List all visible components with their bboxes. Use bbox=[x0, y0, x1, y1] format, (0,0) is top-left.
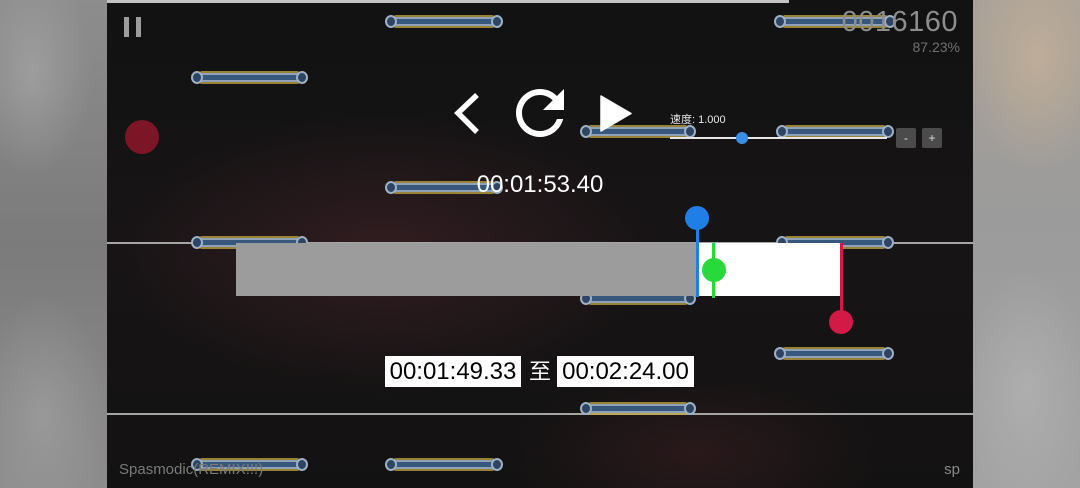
score: 0016160 bbox=[841, 6, 958, 38]
pause-icon-bar bbox=[124, 17, 129, 37]
note bbox=[385, 15, 503, 28]
restart-icon-shape bbox=[516, 89, 564, 137]
note bbox=[774, 347, 894, 360]
speed-label: 速度: 1.000 bbox=[670, 114, 726, 126]
restart-button[interactable] bbox=[504, 77, 576, 149]
speed-slider[interactable] bbox=[670, 128, 887, 148]
current-position-handle[interactable] bbox=[701, 258, 726, 282]
range-end-time-input[interactable]: 00:02:24.00 bbox=[557, 356, 694, 387]
range-start-time-input[interactable]: 00:01:49.33 bbox=[385, 356, 521, 387]
chevron-left-icon bbox=[454, 93, 479, 134]
play-icon-shape bbox=[600, 95, 632, 132]
note bbox=[580, 402, 696, 415]
range-timeline[interactable] bbox=[236, 206, 853, 334]
range-start-handle[interactable] bbox=[685, 206, 709, 230]
speed-increase-button[interactable]: + bbox=[922, 128, 942, 148]
range-end-handle[interactable] bbox=[829, 310, 853, 334]
back-button[interactable] bbox=[450, 90, 486, 136]
speed-slider-track bbox=[670, 137, 887, 139]
current-time: 00:01:53.40 bbox=[476, 171, 604, 198]
speed-slider-thumb[interactable] bbox=[735, 132, 748, 144]
range-separator: 至 bbox=[529, 359, 552, 384]
restart-icon bbox=[516, 89, 564, 137]
pause-button[interactable] bbox=[120, 14, 150, 40]
judgment-line bbox=[107, 413, 973, 415]
game-stage: 0016160 87.23% 速度: 1.000 - + 00:01:53.40 bbox=[107, 0, 973, 488]
song-title: Spasmodic(REMIX!!!) bbox=[119, 461, 264, 478]
pause-icon-bar bbox=[136, 17, 141, 37]
speed-decrease-button[interactable]: - bbox=[896, 128, 916, 148]
chevron-left-icon-shape bbox=[454, 93, 479, 134]
play-icon bbox=[600, 95, 632, 132]
range-time-row: 00:01:49.33 至 00:02:24.00 bbox=[385, 356, 694, 387]
difficulty-label: sp bbox=[944, 461, 960, 478]
song-progress-bar bbox=[107, 0, 789, 3]
play-button[interactable] bbox=[599, 94, 635, 134]
note bbox=[385, 458, 503, 471]
blurred-backdrop-right bbox=[973, 0, 1080, 488]
hit-circle bbox=[125, 120, 159, 154]
blurred-backdrop-left bbox=[0, 0, 107, 488]
note bbox=[191, 71, 308, 84]
accuracy: 87.23% bbox=[912, 39, 960, 55]
